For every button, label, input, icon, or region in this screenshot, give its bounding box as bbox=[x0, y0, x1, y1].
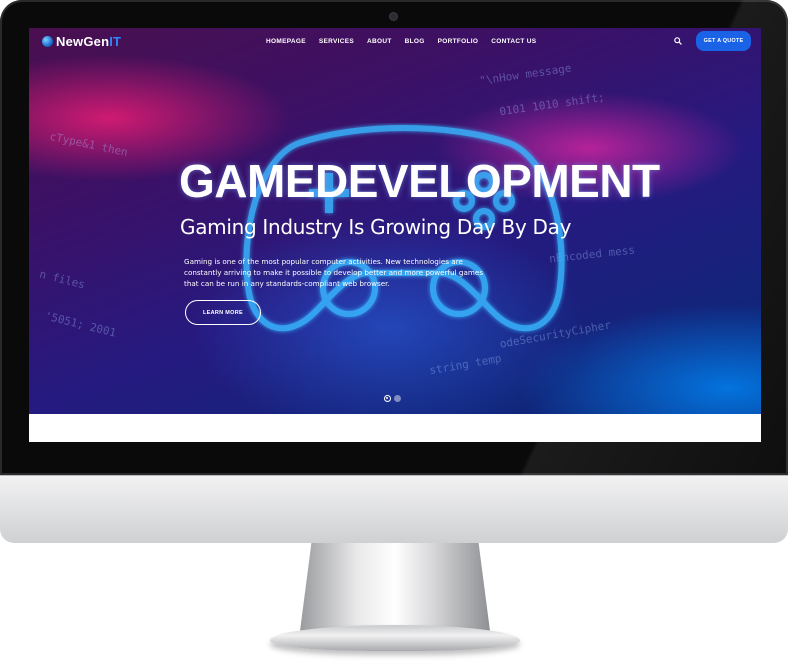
code-bg-8: string temp bbox=[428, 351, 503, 378]
webcam bbox=[390, 13, 397, 20]
menu-item-blog[interactable]: BLOG bbox=[405, 38, 425, 45]
monitor-mockup: "\nHow message 0101 1010 shift; cType&1 … bbox=[0, 0, 788, 662]
top-navbar: NewGenIT HOMEPAGE SERVICES ABOUT BLOG PO… bbox=[29, 28, 761, 56]
learn-more-button[interactable]: LEARN MORE bbox=[185, 300, 261, 325]
code-bg-2: 0101 1010 shift; bbox=[498, 90, 606, 119]
menu-item-contact-us[interactable]: CONTACT US bbox=[491, 38, 536, 45]
code-bg-5: '5051; 2001 bbox=[43, 309, 118, 340]
globe-icon bbox=[42, 36, 53, 47]
get-a-quote-button[interactable]: GET A QUOTE bbox=[696, 31, 751, 51]
slide-dot-2[interactable] bbox=[394, 395, 401, 402]
menu-item-services[interactable]: SERVICES bbox=[319, 38, 354, 45]
menu-item-portfolio[interactable]: PORTFOLIO bbox=[438, 38, 479, 45]
code-bg-3: cType&1 then bbox=[48, 129, 129, 160]
menu-item-about[interactable]: ABOUT bbox=[367, 38, 392, 45]
slider-pagination bbox=[384, 395, 401, 402]
brand-name: NewGenIT bbox=[56, 34, 121, 49]
hero-title: GAMEDEVELOPMENT bbox=[179, 155, 660, 207]
below-hero-section bbox=[29, 414, 761, 442]
monitor-stand-base bbox=[270, 625, 520, 651]
brand-name-accent: IT bbox=[109, 34, 122, 49]
monitor-stand-neck bbox=[300, 543, 490, 631]
main-menu: HOMEPAGE SERVICES ABOUT BLOG PORTFOLIO C… bbox=[266, 38, 549, 45]
monitor-chin bbox=[0, 475, 788, 543]
brand-name-main: NewGen bbox=[56, 34, 110, 49]
code-bg-4: n files bbox=[38, 267, 87, 292]
brand-logo[interactable]: NewGenIT bbox=[42, 34, 121, 49]
code-bg-1: "\nHow message bbox=[478, 61, 573, 88]
website-screen: "\nHow message 0101 1010 shift; cType&1 … bbox=[29, 28, 761, 442]
slide-dot-1[interactable] bbox=[384, 395, 391, 402]
hero-subtitle: Gaming Industry Is Growing Day By Day bbox=[180, 215, 572, 239]
search-icon[interactable] bbox=[674, 37, 682, 45]
hero-description: Gaming is one of the most popular comput… bbox=[184, 257, 484, 288]
menu-item-homepage[interactable]: HOMEPAGE bbox=[266, 38, 306, 45]
